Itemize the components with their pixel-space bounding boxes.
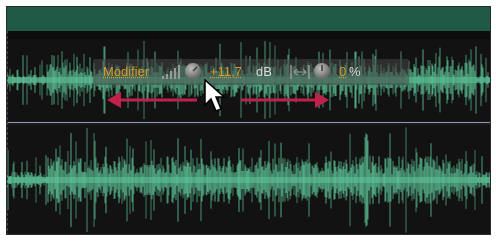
double-arrow-icon	[107, 92, 329, 108]
waveform-editor[interactable]: Modifier +11,7 dB 0 %	[6, 6, 491, 235]
mouse-pointer-icon	[204, 79, 226, 112]
